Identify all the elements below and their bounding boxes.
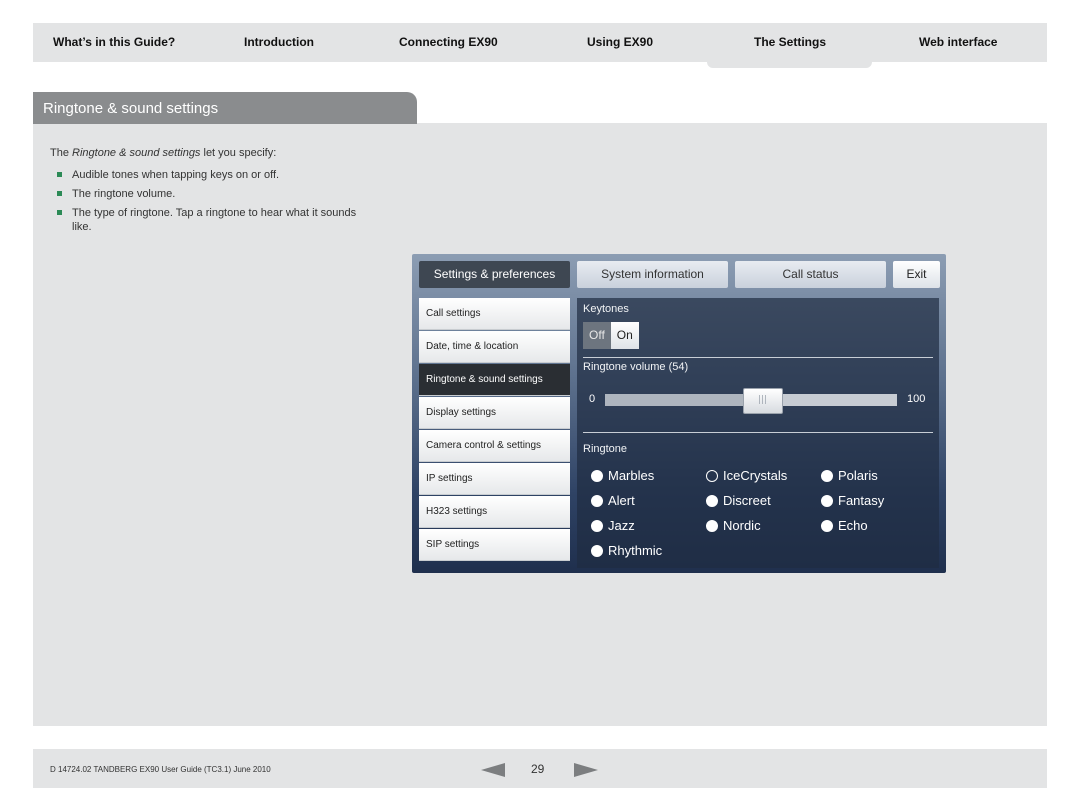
sidebar-item-date-time[interactable]: Date, time & location [419, 331, 570, 363]
exit-button[interactable]: Exit [893, 261, 940, 288]
bullet-item: The ringtone volume. [50, 187, 360, 201]
settings-sidebar: Call settings Date, time & location Ring… [419, 298, 570, 566]
intro-emphasis: Ringtone & sound settings [72, 147, 201, 159]
keytones-off-button[interactable]: Off [583, 322, 611, 349]
sidebar-item-h323[interactable]: H323 settings [419, 496, 570, 528]
next-page-arrow-icon[interactable] [574, 763, 598, 777]
sidebar-item-camera[interactable]: Camera control & settings [419, 430, 570, 462]
ringtone-option-label: Jazz [608, 518, 635, 533]
volume-max-label: 100 [907, 393, 926, 405]
radio-icon [591, 494, 603, 507]
radio-icon [591, 544, 603, 557]
radio-icon [706, 494, 718, 507]
volume-min-label: 0 [589, 393, 596, 405]
keytones-label: Keytones [583, 303, 629, 315]
ringtone-option-label: Echo [838, 518, 868, 533]
ringtone-option-alert[interactable]: Alert [591, 493, 635, 508]
ringtone-option-label: Fantasy [838, 493, 885, 508]
ringtone-option-jazz[interactable]: Jazz [591, 518, 635, 533]
device-tab-system-information[interactable]: System information [577, 261, 728, 288]
ringtone-option-icecrystals[interactable]: IceCrystals [706, 468, 787, 483]
page-footer: D 14724.02 TANDBERG EX90 User Guide (TC3… [33, 749, 1047, 788]
settings-panel: Keytones Off On Ringtone volume (54) 0 1… [577, 298, 939, 568]
nav-tab-introduction[interactable]: Introduction [244, 23, 314, 62]
ringtone-option-label: Marbles [608, 468, 655, 483]
keytones-toggle[interactable]: Off On [583, 322, 639, 349]
device-tab-settings-preferences[interactable]: Settings & preferences [419, 261, 570, 288]
sidebar-item-call-settings[interactable]: Call settings [419, 298, 570, 330]
radio-icon [591, 519, 603, 532]
page-number: 29 [531, 762, 545, 776]
ringtone-label: Ringtone [583, 443, 628, 455]
section-title: Ringtone & sound settings [43, 100, 219, 117]
sidebar-item-sip[interactable]: SIP settings [419, 529, 570, 561]
ringtone-option-label: Rhythmic [608, 543, 663, 558]
ringtone-option-marbles[interactable]: Marbles [591, 468, 654, 483]
ringtone-option-echo[interactable]: Echo [821, 518, 868, 533]
device-screen: Settings & preferences System informatio… [412, 254, 946, 573]
device-topbar: Settings & preferences System informatio… [412, 254, 946, 294]
device-tab-call-status[interactable]: Call status [735, 261, 886, 288]
radio-icon [821, 519, 833, 532]
top-navigation: What’s in this Guide? Introduction Conne… [33, 23, 1047, 68]
sidebar-item-display[interactable]: Display settings [419, 397, 570, 429]
bullet-list: Audible tones when tapping keys on or of… [50, 168, 360, 234]
ringtone-option-label: IceCrystals [723, 468, 788, 483]
ringtone-volume-label: Ringtone volume (54) [583, 361, 689, 373]
volume-fill [605, 394, 763, 406]
radio-icon [821, 469, 833, 482]
nav-tab-the-settings[interactable]: The Settings [706, 23, 873, 68]
ringtone-option-discreet[interactable]: Discreet [706, 493, 771, 508]
previous-page-arrow-icon[interactable] [481, 763, 505, 777]
ringtone-option-label: Discreet [723, 493, 771, 508]
radio-icon [706, 519, 718, 532]
divider [583, 357, 933, 358]
divider [583, 432, 933, 433]
bullet-item: The type of ringtone. Tap a ringtone to … [50, 206, 360, 234]
nav-tab-whats-in-guide[interactable]: What’s in this Guide? [53, 23, 175, 62]
radio-selected-icon [706, 469, 718, 482]
keytones-on-button[interactable]: On [610, 322, 639, 349]
radio-icon [591, 469, 603, 482]
nav-tab-web-interface[interactable]: Web interface [919, 23, 997, 62]
volume-slider[interactable] [605, 388, 897, 414]
intro-text: The Ringtone & sound settings let you sp… [50, 146, 360, 239]
ringtone-option-label: Polaris [838, 468, 878, 483]
radio-icon [821, 494, 833, 507]
ringtone-option-label: Nordic [723, 518, 761, 533]
section-header: Ringtone & sound settings [33, 92, 417, 124]
intro-paragraph: The Ringtone & sound settings let you sp… [50, 146, 360, 160]
ringtone-option-polaris[interactable]: Polaris [821, 468, 878, 483]
bullet-item: Audible tones when tapping keys on or of… [50, 168, 360, 182]
nav-tab-using[interactable]: Using EX90 [587, 23, 653, 62]
ringtone-option-nordic[interactable]: Nordic [706, 518, 761, 533]
nav-tab-connecting[interactable]: Connecting EX90 [399, 23, 498, 62]
volume-slider-handle[interactable] [742, 388, 783, 414]
sidebar-item-ringtone-sound[interactable]: Ringtone & sound settings [419, 364, 570, 396]
ringtone-option-fantasy[interactable]: Fantasy [821, 493, 884, 508]
sidebar-item-ip[interactable]: IP settings [419, 463, 570, 495]
ringtone-option-rhythmic[interactable]: Rhythmic [591, 543, 662, 558]
document-id: D 14724.02 TANDBERG EX90 User Guide (TC3… [50, 765, 271, 774]
intro-suffix: let you specify: [200, 147, 277, 159]
intro-prefix: The [50, 147, 73, 159]
ringtone-option-label: Alert [608, 493, 635, 508]
